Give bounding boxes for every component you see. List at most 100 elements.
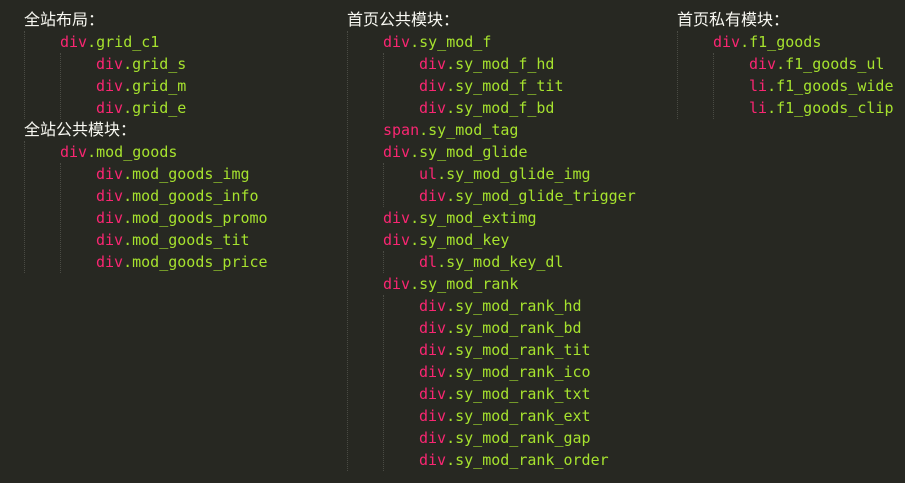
selector-class: .grid_e [123,99,187,117]
selector-class: .mod_goods [87,143,178,161]
column-right: 首页私有模块： div.f1_goods div.f1_goods_ul li.f1_… [677,9,894,119]
selector-tag: div [713,33,741,51]
selector-tag: span [383,121,420,139]
selector-class: .sy_mod_rank_ext [446,407,591,425]
selector-class: .sy_mod_rank_gap [446,429,591,447]
indent-guide [677,31,678,119]
selector-tag: div [419,99,447,117]
selector-class: .grid_c1 [87,33,160,51]
selector-tag: div [96,253,124,271]
selector-class: .sy_mod_rank_txt [446,385,591,403]
selector-line: div.f1_goods [677,31,894,53]
selector-line: div.sy_mod_rank_bd [347,317,636,339]
selector-tag: div [60,143,88,161]
selector-tag: div [96,99,124,117]
indent-guide [383,163,384,207]
selector-class: .f1_goods [740,33,822,51]
selector-tag: div [383,209,411,227]
selector-line: div.sy_mod_glide [347,141,636,163]
selector-line: div.sy_mod_rank_txt [347,383,636,405]
selector-tag: div [96,209,124,227]
selector-class: .mod_goods_info [123,187,259,205]
selector-tag: div [96,77,124,95]
selector-tag: div [419,385,447,403]
selector-class: .sy_mod_glide [410,143,528,161]
selector-class: .sy_mod_rank_tit [446,341,591,359]
column-middle: 首页公共模块： div.sy_mod_f div.sy_mod_f_hd div.sy… [347,9,636,471]
selector-class: .sy_mod_f_hd [446,55,555,73]
selector-tag: div [383,33,411,51]
selector-tag: div [60,33,88,51]
indent-guide [24,141,25,273]
indent-guide [24,31,25,119]
section-heading: 首页私有模块： [677,10,790,29]
selector-line: div.f1_goods_ul [677,53,894,75]
selector-tag: li [749,77,768,95]
selector-line: dl.sy_mod_key_dl [347,251,636,273]
selector-tag: div [419,77,447,95]
selector-tag: div [96,231,124,249]
selector-line: div.sy_mod_rank_tit [347,339,636,361]
selector-class: .sy_mod_glide_trigger [446,187,636,205]
selector-line: div.sy_mod_glide_trigger [347,185,636,207]
selector-line: div.sy_mod_rank_gap [347,427,636,449]
selector-line: li.f1_goods_wide [677,75,894,97]
selector-class: .sy_mod_rank [410,275,519,293]
selector-tag: div [96,165,124,183]
indent-guide [60,53,61,119]
selector-line: span.sy_mod_tag [347,119,636,141]
selector-tag: div [419,297,447,315]
indent-guide [383,53,384,119]
selector-class: .grid_m [123,77,187,95]
selector-tag: li [749,99,768,117]
module-section: 首页公共模块： div.sy_mod_f div.sy_mod_f_hd div.sy… [347,9,636,471]
selector-class: .sy_mod_rank_bd [446,319,582,337]
selector-tag: div [419,429,447,447]
indent-guide [60,163,61,273]
selector-tag: ul [419,165,438,183]
selector-class: .sy_mod_f_bd [446,99,555,117]
selector-tag: div [96,55,124,73]
selector-line: div.sy_mod_rank_ico [347,361,636,383]
selector-tag: dl [419,253,438,271]
selector-class: .sy_mod_rank_hd [446,297,582,315]
column-left: 全站布局： div.grid_c1 div.grid_s div.grid_m div.… [24,9,268,273]
selector-class: .f1_goods_clip [767,99,894,117]
selector-class: .sy_mod_extimg [410,209,537,227]
section-heading: 全站布局： [24,10,105,29]
selector-class: .sy_mod_key_dl [437,253,564,271]
selector-tag: div [419,451,447,469]
selector-tag: div [419,187,447,205]
selector-line: div.sy_mod_rank [347,273,636,295]
selector-class: .sy_mod_tag [419,121,519,139]
selector-line: div.sy_mod_rank_ext [347,405,636,427]
selector-tag: div [419,363,447,381]
selector-class: .sy_mod_f_tit [446,77,564,95]
module-section: 首页私有模块： div.f1_goods div.f1_goods_ul li.f1_… [677,9,894,119]
module-section: 全站公共模块： div.mod_goods div.mod_goods_img div… [24,119,268,273]
selector-class: .sy_mod_rank_ico [446,363,591,381]
selector-line: div.grid_c1 [24,31,268,53]
selector-line: div.sy_mod_extimg [347,207,636,229]
selector-class: .mod_goods_img [123,165,250,183]
selector-class: .sy_mod_key [410,231,510,249]
selector-line: div.sy_mod_rank_hd [347,295,636,317]
selector-line: div.sy_mod_f [347,31,636,53]
indent-guide [383,295,384,471]
selector-line: div.sy_mod_f_hd [347,53,636,75]
section-heading: 全站公共模块： [24,120,137,139]
selector-tag: div [419,55,447,73]
selector-line: div.sy_mod_f_tit [347,75,636,97]
selector-line: div.sy_mod_key [347,229,636,251]
indent-guide [347,31,348,471]
selector-tag: div [383,143,411,161]
selector-class: .f1_goods_ul [776,55,885,73]
selector-class: .mod_goods_tit [123,231,250,249]
selector-line: div.sy_mod_f_bd [347,97,636,119]
selector-class: .sy_mod_glide_img [437,165,591,183]
selector-class: .sy_mod_f [410,33,492,51]
selector-class: .grid_s [123,55,187,73]
selector-class: .sy_mod_rank_order [446,451,609,469]
module-section: 全站布局： div.grid_c1 div.grid_s div.grid_m div.… [24,9,268,119]
section-heading: 首页公共模块： [347,10,460,29]
